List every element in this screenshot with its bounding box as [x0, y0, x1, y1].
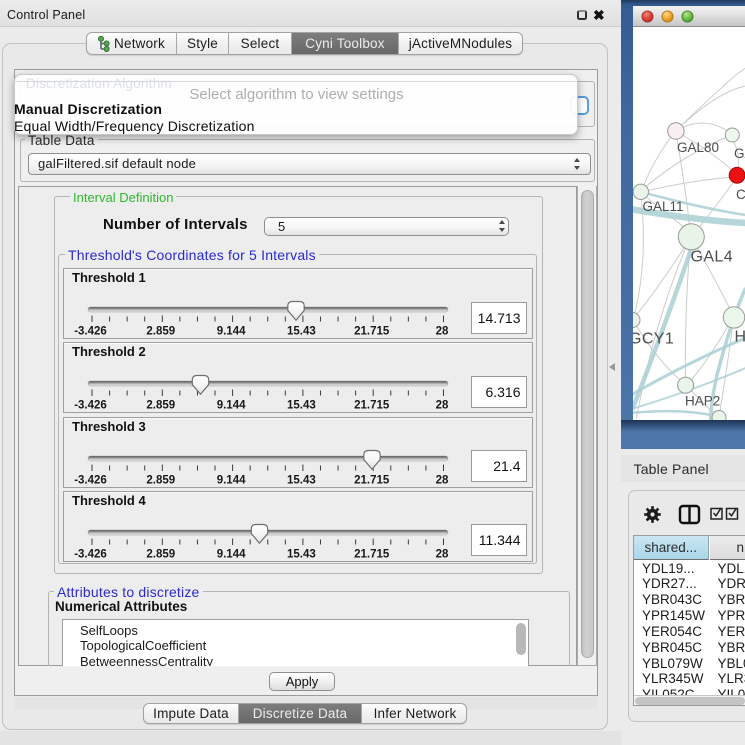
svg-text:21.715: 21.715 [354, 548, 390, 560]
svg-text:-3.426: -3.426 [74, 548, 107, 560]
svg-text:GA: GA [734, 146, 745, 161]
svg-text:2.859: 2.859 [146, 400, 175, 412]
svg-text:2.859: 2.859 [146, 326, 175, 338]
svg-text:GCY1: GCY1 [633, 331, 674, 348]
svg-text:21.715: 21.715 [354, 400, 390, 412]
svg-text:HAP2: HAP2 [685, 394, 720, 409]
svg-text:9.144: 9.144 [217, 400, 246, 412]
svg-text:21.715: 21.715 [354, 474, 390, 486]
svg-text:28: 28 [436, 474, 449, 486]
svg-text:15.43: 15.43 [287, 548, 316, 560]
svg-text:GAL11: GAL11 [642, 199, 683, 214]
svg-text:28: 28 [436, 548, 449, 560]
svg-text:2.859: 2.859 [146, 548, 175, 560]
svg-text:9.144: 9.144 [217, 548, 246, 560]
svg-text:15.43: 15.43 [287, 400, 316, 412]
svg-text:C: C [736, 187, 745, 202]
svg-text:15.43: 15.43 [287, 474, 316, 486]
svg-text:2.859: 2.859 [146, 474, 175, 486]
svg-text:GAL4: GAL4 [690, 249, 733, 266]
svg-text:28: 28 [436, 326, 449, 338]
svg-text:21.715: 21.715 [354, 326, 390, 338]
svg-text:-3.426: -3.426 [74, 326, 107, 338]
svg-text:9.144: 9.144 [217, 326, 246, 338]
svg-text:9.144: 9.144 [217, 474, 246, 486]
svg-text:-3.426: -3.426 [74, 474, 107, 486]
svg-text:-3.426: -3.426 [74, 400, 107, 412]
svg-text:H: H [734, 329, 745, 346]
svg-text:15.43: 15.43 [287, 326, 316, 338]
svg-text:28: 28 [436, 400, 449, 412]
svg-text:GAL80: GAL80 [677, 140, 719, 155]
